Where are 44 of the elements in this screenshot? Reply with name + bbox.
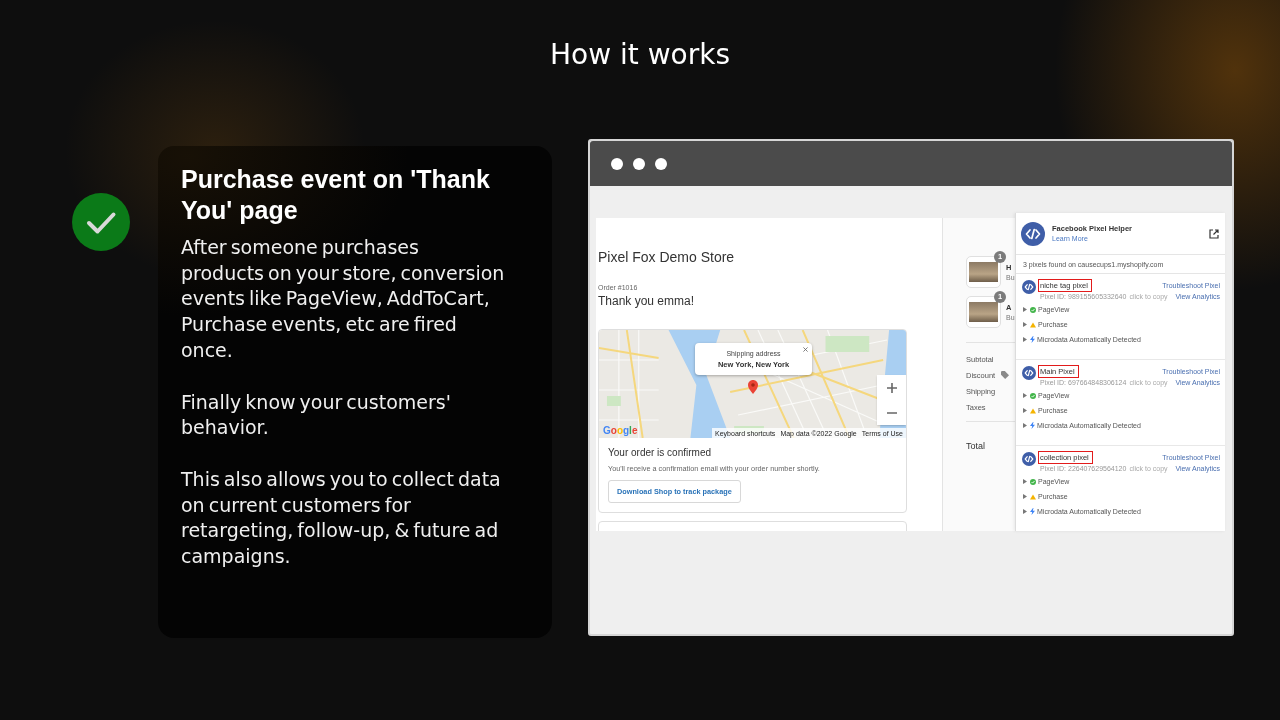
caret-icon[interactable]: [1023, 307, 1027, 312]
tag-icon: [1001, 371, 1010, 379]
caret-icon[interactable]: [1023, 479, 1027, 484]
close-icon[interactable]: [803, 347, 808, 352]
caret-icon[interactable]: [1023, 393, 1027, 398]
plus-icon: [886, 382, 897, 393]
code-icon: [1022, 280, 1036, 294]
confirmation-title: Your order is confirmed: [608, 447, 711, 459]
external-link-icon[interactable]: [1209, 228, 1219, 239]
feature-paragraph: After someone purchases products on your store, conversion events like PageView, AddToCart, Purchase events, etc are fired once.: [181, 235, 505, 363]
warning-icon: [1030, 407, 1036, 414]
total-label: Total: [966, 441, 985, 451]
store-name: Pixel Fox Demo Store: [598, 249, 736, 266]
zoom-in-button[interactable]: [877, 375, 906, 400]
caret-icon[interactable]: [1023, 337, 1027, 342]
check-circle-icon: [1030, 392, 1036, 399]
feature-title: Purchase event on 'Thank You' page: [181, 164, 491, 226]
caret-icon[interactable]: [1023, 509, 1027, 514]
caret-icon[interactable]: [1023, 322, 1027, 327]
check-circle-icon: [1030, 478, 1036, 485]
code-icon: [1021, 221, 1045, 246]
feature-paragraph: Finally know your customers' behavior.: [181, 389, 452, 441]
warning-icon: [1030, 493, 1036, 500]
map-logo: Google: [603, 425, 638, 437]
caret-icon[interactable]: [1023, 408, 1027, 413]
zoom-out-button[interactable]: [877, 400, 906, 425]
window-dot-icon: [655, 157, 667, 170]
lightning-icon: [1030, 508, 1035, 515]
code-icon: [1022, 366, 1036, 380]
map-pin-icon: [748, 380, 758, 394]
code-icon: [1022, 452, 1036, 466]
check-circle-icon: [72, 193, 130, 251]
check-circle-icon: [1030, 306, 1036, 313]
window-dot-icon: [633, 157, 645, 170]
page-title: How it works: [550, 37, 730, 73]
minus-icon: [886, 411, 897, 414]
feature-paragraph: This also allows you to collect data on current customers for retargeting, follow-up, & future ad campaigns.: [181, 466, 502, 570]
lightning-icon: [1030, 336, 1035, 343]
window-dot-icon: [611, 157, 623, 170]
warning-icon: [1030, 321, 1036, 328]
greeting-text: Thank you emma!: [598, 294, 696, 308]
lightning-icon: [1030, 422, 1035, 429]
caret-icon[interactable]: [1023, 423, 1027, 428]
caret-icon[interactable]: [1023, 494, 1027, 499]
